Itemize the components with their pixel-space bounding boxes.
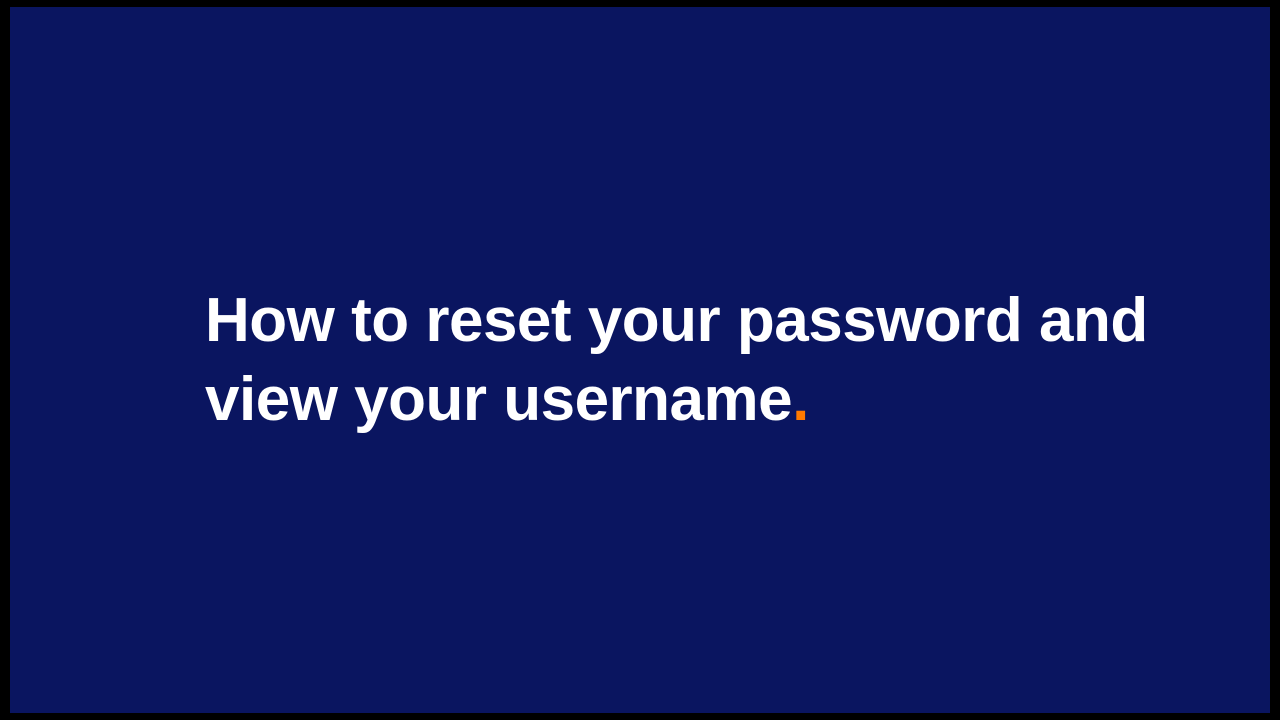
title-slide: How to reset your password and view your… — [10, 7, 1270, 713]
slide-title: How to reset your password and view your… — [205, 281, 1170, 440]
accent-dot-icon: . — [792, 365, 809, 434]
title-text: How to reset your password and view your… — [205, 286, 1148, 434]
